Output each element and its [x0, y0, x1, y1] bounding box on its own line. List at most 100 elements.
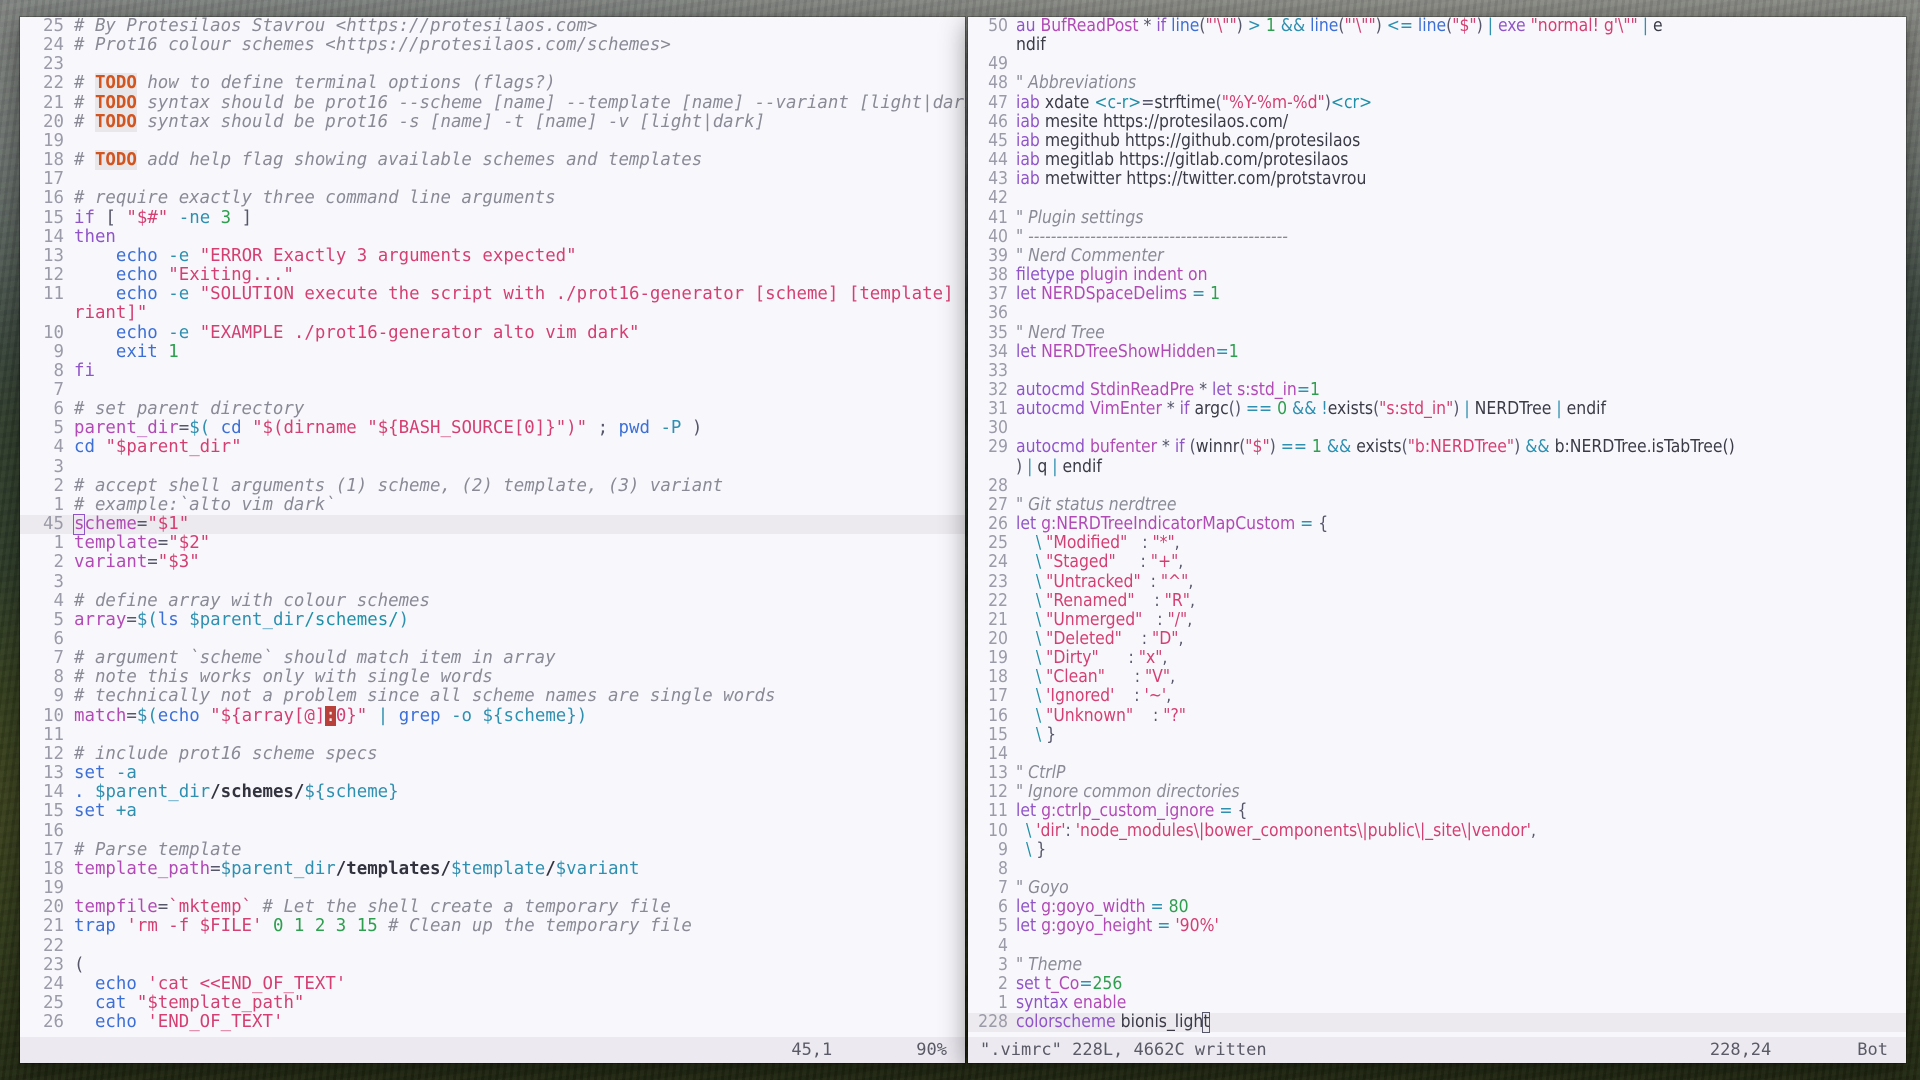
code-line[interactable]: 9 \ }	[968, 840, 1906, 860]
code-line[interactable]: 16	[20, 821, 965, 841]
code-line[interactable]: 48 " Abbreviations	[968, 74, 1906, 93]
code-line[interactable]: 15 set +a	[20, 802, 965, 821]
code-line[interactable]: 6	[20, 629, 965, 649]
code-line[interactable]: 45 iab megithub https://github.com/protes…	[968, 131, 1906, 151]
code-line[interactable]: 24 # Prot16 colour schemes <https://prote…	[20, 36, 965, 55]
code-line[interactable]: 31 autocmd VimEnter * if argc() == 0 && !…	[968, 399, 1906, 419]
code-line[interactable]: 12 # include prot16 scheme specs	[20, 744, 965, 764]
code-line[interactable]: 11 let g:ctrlp_custom_ignore = {	[968, 802, 1906, 821]
code-line[interactable]: 5 let g:goyo_height = '90%'	[968, 917, 1906, 936]
code-line[interactable]: 17	[20, 170, 965, 189]
code-line[interactable]: 49	[968, 55, 1906, 74]
code-line[interactable]: 36	[968, 304, 1906, 323]
code-line[interactable]: 32 autocmd StdinReadPre * let s:std_in=1	[968, 380, 1906, 400]
code-line[interactable]: 18 # TODO add help flag showing available…	[20, 150, 965, 171]
code-line[interactable]: 21 # TODO syntax should be prot16 --schem…	[20, 92, 965, 113]
code-line[interactable]: 3	[20, 457, 965, 477]
code-line[interactable]: 10 \ 'dir': 'node_modules\|bower_compone…	[968, 821, 1906, 841]
code-line[interactable]: 38 filetype plugin indent on	[968, 265, 1906, 285]
code-line[interactable]: 7 " Goyo	[968, 878, 1906, 898]
code-line[interactable]: 13 echo -e "ERROR Exactly 3 arguments ex…	[20, 246, 965, 266]
code-buffer-shell-script[interactable]: 25 # By Protesilaos Stavrou <https://prot…	[20, 17, 965, 1037]
code-line[interactable]: 23 (	[20, 955, 965, 975]
code-line[interactable]: 22 \ "Renamed" : "R",	[968, 591, 1906, 611]
code-line[interactable]: 43 iab metwitter https://twitter.com/prot…	[968, 170, 1906, 189]
code-line[interactable]: 19	[20, 878, 965, 898]
code-line[interactable]: 20 # TODO syntax should be prot16 -s [nam…	[20, 111, 965, 132]
code-line[interactable]: 24 echo 'cat <<END_OF_TEXT'	[20, 974, 965, 994]
code-line[interactable]: 20 \ "Deleted" : "D",	[968, 629, 1906, 649]
code-line[interactable]: 4 cd "$parent_dir"	[20, 438, 965, 457]
code-line[interactable]: 7 # argument `scheme` should match item i…	[20, 649, 965, 668]
code-line[interactable]: 4	[968, 936, 1906, 956]
code-line[interactable]: 34 let NERDTreeShowHidden=1	[968, 342, 1906, 362]
code-line[interactable]: 29 autocmd bufenter * if (winnr("$") == 1…	[968, 438, 1906, 457]
code-line[interactable]: 3	[20, 572, 965, 592]
code-line[interactable]: 6 let g:goyo_width = 80	[968, 898, 1906, 917]
code-line[interactable]: 28	[968, 476, 1906, 496]
code-line[interactable]: 19 \ "Dirty" : "x",	[968, 649, 1906, 668]
code-line[interactable]: 6 # set parent directory	[20, 399, 965, 419]
code-line[interactable]: 8 fi	[20, 361, 965, 381]
code-line[interactable]: 9 # technically not a problem since all s…	[20, 687, 965, 706]
code-line[interactable]: 5 array=$(ls $parent_dir/schemes/)	[20, 610, 965, 630]
code-line[interactable]: 22	[20, 936, 965, 956]
code-line[interactable]: 12 echo "Exiting..."	[20, 265, 965, 285]
code-line[interactable]: 21 trap 'rm -f $FILE' 0 1 2 3 15 # Clean …	[20, 917, 965, 936]
code-line[interactable]: 2 set t_Co=256	[968, 974, 1906, 994]
code-line[interactable]: 42	[968, 189, 1906, 208]
code-line[interactable]: 4 # define array with colour schemes	[20, 591, 965, 611]
code-line[interactable]: 7	[20, 380, 965, 400]
code-line[interactable]: 23 \ "Untracked" : "^",	[968, 572, 1906, 592]
code-line[interactable]: 17 \ 'Ignored' : '~',	[968, 687, 1906, 706]
code-line[interactable]: 1 # example:`alto vim dark`	[20, 495, 965, 515]
code-line[interactable]: 11	[20, 725, 965, 745]
code-line[interactable]: 23	[20, 55, 965, 74]
code-line[interactable]: 41 " Plugin settings	[968, 208, 1906, 228]
code-line[interactable]: 44 iab megitlab https://gitlab.com/protes…	[968, 150, 1906, 170]
code-line[interactable]: 50 au BufReadPost * if line("'\"") > 1 &&…	[968, 17, 1906, 36]
code-line[interactable]: 9 exit 1	[20, 342, 965, 362]
code-line[interactable]: 15 if [ "$#" -ne 3 ]	[20, 208, 965, 228]
code-line[interactable]: 18 \ "Clean" : "V",	[968, 668, 1906, 687]
code-line[interactable]: 27 " Git status nerdtree	[968, 495, 1906, 515]
code-line[interactable]: 26 let g:NERDTreeIndicatorMapCustom = {	[968, 514, 1906, 534]
code-line[interactable]: 8 # note this works only with single word…	[20, 668, 965, 687]
code-line[interactable]: 12 " Ignore common directories	[968, 783, 1906, 802]
code-line[interactable]: 5 parent_dir=$( cd "$(dirname "${BASH_SOU…	[20, 419, 965, 438]
code-line[interactable]: 25 # By Protesilaos Stavrou <https://prot…	[20, 17, 965, 36]
code-line[interactable]: 39 " Nerd Commenter	[968, 246, 1906, 266]
code-line[interactable]: 14 then	[20, 227, 965, 247]
code-line[interactable]: 25 cat "$template_path"	[20, 993, 965, 1013]
code-line[interactable]: 13 " CtrlP	[968, 763, 1906, 783]
code-buffer-vimrc[interactable]: 50 au BufReadPost * if line("'\"") > 1 &&…	[968, 17, 1906, 1037]
code-line[interactable]: 47 iab xdate <c-r>=strftime("%Y-%m-%d")<c…	[968, 93, 1906, 113]
code-line[interactable]: 15 \ }	[968, 725, 1906, 745]
code-line[interactable]: 26 echo 'END_OF_TEXT'	[20, 1012, 965, 1032]
code-line[interactable]: 228 colorscheme bionis_light	[968, 1012, 1906, 1034]
code-line[interactable]: 46 iab mesite https://protesilaos.com/	[968, 112, 1906, 132]
code-line[interactable]: 24 \ "Staged" : "+",	[968, 553, 1906, 572]
code-line[interactable]: 40 " ------------------------------------…	[968, 227, 1906, 247]
code-line[interactable]: 14. $parent_dir/schemes/${scheme}	[20, 783, 965, 802]
code-line[interactable]: 13 set -a	[20, 763, 965, 783]
code-line[interactable]: 1 syntax enable	[968, 993, 1906, 1013]
code-line[interactable]: 3 " Theme	[968, 955, 1906, 975]
code-line[interactable]: 22 # TODO how to define terminal options …	[20, 73, 965, 94]
code-line[interactable]: 16 \ "Unknown" : "?"	[968, 706, 1906, 726]
code-line[interactable]: 10 match=$(echo "${array[@]:0}" | grep -o…	[20, 705, 965, 726]
code-line[interactable]: 21 \ "Unmerged" : "/",	[968, 610, 1906, 630]
vim-window-left[interactable]: 25 # By Protesilaos Stavrou <https://prot…	[20, 17, 965, 1063]
code-line[interactable]: 18 template_path=$parent_dir/templates/$t…	[20, 859, 965, 879]
code-line[interactable]: 35 " Nerd Tree	[968, 323, 1906, 343]
code-line[interactable]: 37 let NERDSpaceDelims = 1	[968, 285, 1906, 304]
code-line[interactable]: 10 echo -e "EXAMPLE ./prot16-generator a…	[20, 323, 965, 343]
code-line[interactable]: 2 variant="$3"	[20, 553, 965, 572]
vim-window-right[interactable]: 50 au BufReadPost * if line("'\"") > 1 &&…	[968, 17, 1906, 1063]
code-line[interactable]: 11 echo -e "SOLUTION execute the script …	[20, 285, 965, 304]
code-line[interactable]: 8	[968, 859, 1906, 879]
code-line[interactable]: 33	[968, 361, 1906, 381]
code-line[interactable]: 2 # accept shell arguments (1) scheme, (2…	[20, 476, 965, 496]
code-line[interactable]: 19	[20, 131, 965, 151]
code-line[interactable]: 17 # Parse template	[20, 840, 965, 860]
